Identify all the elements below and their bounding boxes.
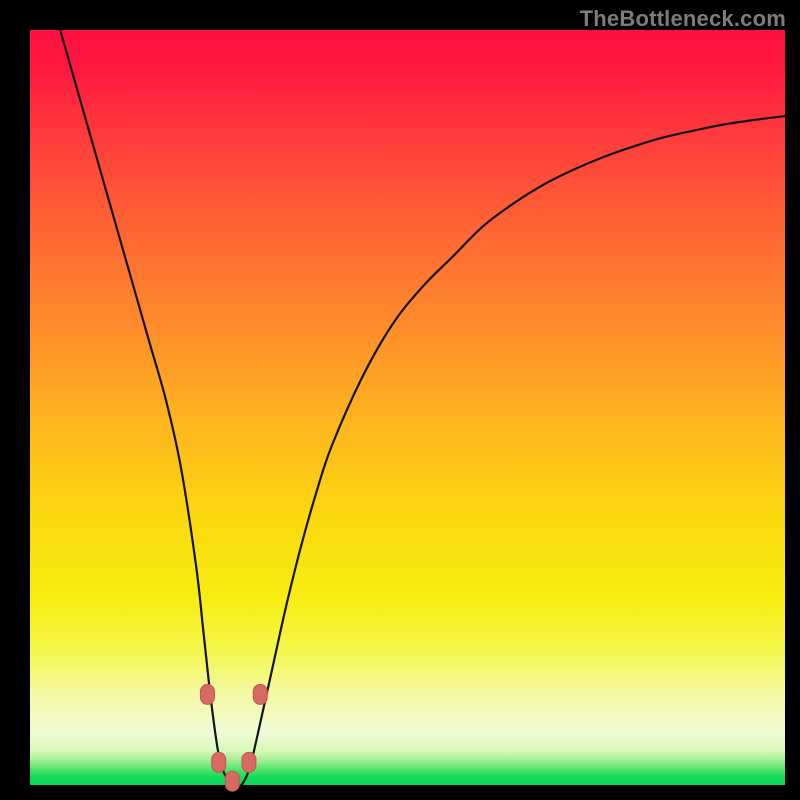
- curve-marker: [253, 684, 267, 704]
- curve-marker: [212, 752, 226, 772]
- chart-plot-area: [30, 30, 785, 785]
- watermark-text: TheBottleneck.com: [580, 6, 786, 32]
- curve-marker: [242, 752, 256, 772]
- bottleneck-curve-path: [60, 30, 785, 787]
- chart-frame: TheBottleneck.com: [0, 0, 800, 800]
- bottleneck-curve-svg: [30, 30, 785, 785]
- curve-marker: [225, 771, 239, 791]
- curve-marker: [200, 684, 214, 704]
